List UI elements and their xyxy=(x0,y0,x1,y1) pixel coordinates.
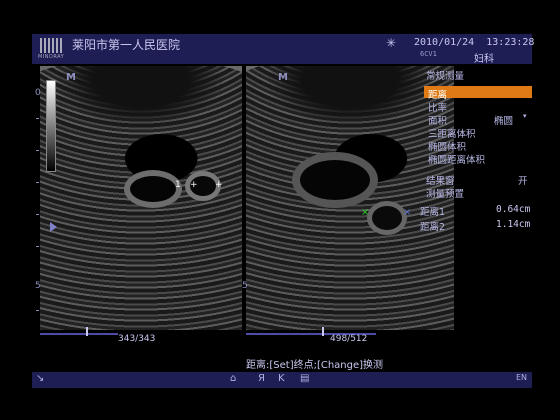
logo-brand-text: MINDRAY xyxy=(38,54,65,60)
follicle-right xyxy=(300,160,370,200)
mindray-logo: MINDRAY xyxy=(38,38,66,62)
flip-icon[interactable]: K xyxy=(278,373,285,384)
menu-item-area[interactable]: 面积 xyxy=(428,113,447,127)
depth-label-bottom-right: 5 xyxy=(242,281,248,291)
time: 13:23:28 xyxy=(486,37,535,48)
caliper-active-start[interactable]: × xyxy=(361,207,369,218)
depth-tick xyxy=(36,150,39,151)
cursor-arrow-icon[interactable]: ↘ xyxy=(36,373,44,384)
result-value-2: 1.14cm xyxy=(496,219,531,230)
depth-tick xyxy=(36,182,39,183)
caliper-end-marker[interactable]: + xyxy=(215,180,223,190)
exam-type: 妇科 xyxy=(474,54,494,65)
menu-item-three-distance-volume[interactable]: 三距离体积 xyxy=(428,126,476,140)
depth-label-bottom: 5 xyxy=(35,281,41,291)
report-icon[interactable]: ▤ xyxy=(300,373,309,384)
depth-tick xyxy=(36,118,39,119)
result-window-value[interactable]: 开 xyxy=(518,173,528,187)
cine-bar-left[interactable] xyxy=(40,333,118,335)
menu-title: 常规测量 xyxy=(426,71,465,82)
depth-tick xyxy=(36,214,39,215)
probe-icon[interactable]: ⌂ xyxy=(230,373,236,384)
follicle-right-small xyxy=(372,206,402,230)
orientation-marker-right: M xyxy=(278,72,288,83)
menu-item-ellipse-volume[interactable]: 椭圆体积 xyxy=(428,139,466,153)
rotate-icon[interactable]: Я xyxy=(258,373,265,384)
menu-item-ellipse-distance-volume[interactable]: 椭圆距离体积 xyxy=(428,152,485,166)
status-hint: 距离:[Set]终点;[Change]换测 xyxy=(246,360,384,371)
follicle-left xyxy=(130,176,176,202)
depth-tick xyxy=(36,310,39,311)
probe-model: 6CV1 xyxy=(420,50,437,58)
result-label-1: 距离1 xyxy=(420,207,446,218)
frame-counter-left: 343/343 xyxy=(118,334,156,344)
date-time: 2010/01/24 13:23:28 xyxy=(414,37,534,48)
result-label-2: 距离2 xyxy=(420,222,446,233)
focus-marker-icon[interactable] xyxy=(50,222,57,232)
menu-area-value[interactable]: 椭圆 xyxy=(494,113,513,127)
grayscale-bar xyxy=(46,80,56,172)
language-indicator[interactable]: EN xyxy=(516,373,527,382)
brightness-icon: ✳ xyxy=(386,36,397,50)
cine-cursor-left[interactable] xyxy=(86,327,88,336)
menu-item-ratio[interactable]: 比率 xyxy=(428,100,447,114)
date: 2010/01/24 xyxy=(414,37,475,48)
depth-tick xyxy=(36,246,39,247)
caliper-label: 1 xyxy=(175,180,181,190)
result-window-label[interactable]: 结果窗 xyxy=(426,173,455,187)
measure-preset[interactable]: 测量预置 xyxy=(426,186,464,200)
result-value-1: 0.64cm xyxy=(496,204,531,215)
dropdown-icon[interactable]: ▾ xyxy=(523,112,527,120)
menu-item-distance[interactable]: 距离 xyxy=(428,87,447,101)
depth-label-top: 0 xyxy=(35,88,41,98)
cine-cursor-right[interactable] xyxy=(322,327,324,336)
caliper-start-marker[interactable]: + xyxy=(190,180,198,190)
caliper-active-end[interactable]: × xyxy=(403,207,411,218)
orientation-marker-left: M xyxy=(66,72,76,83)
hospital-name: 莱阳市第一人民医院 xyxy=(72,38,181,52)
frame-counter-right: 498/512 xyxy=(330,334,368,344)
